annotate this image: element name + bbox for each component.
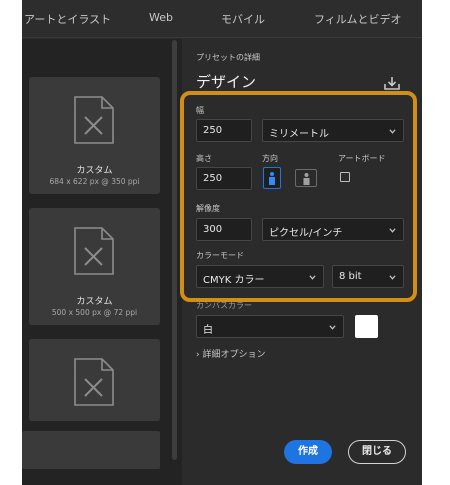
tab-film-video[interactable]: フィルムとビデオ [314,11,402,27]
preset-list-scrollbar[interactable] [172,40,177,460]
chevron-down-icon [329,324,336,331]
preset-title: カスタム [29,294,160,307]
tab-art-illustration[interactable]: アートとイラスト [24,11,111,27]
preset-dimensions: 684 x 622 px @ 350 ppi [29,177,160,186]
document-icon [73,226,115,276]
preset-card[interactable]: カスタム 684 x 622 px @ 350 ppi [29,77,160,194]
tab-web[interactable]: Web [149,11,173,24]
preset-list: カスタム 684 x 622 px @ 350 ppi カスタム 500 x 5… [22,39,182,485]
preset-card[interactable] [29,339,160,421]
document-icon [73,357,115,407]
highlight-frame [180,91,417,302]
canvas-color-select[interactable]: 白 [196,315,344,338]
advanced-options-label: 詳細オプション [202,350,265,360]
save-preset-icon[interactable] [384,76,400,90]
canvas-color-value: 白 [203,325,213,336]
advanced-options-toggle[interactable]: › 詳細オプション [196,347,266,360]
chevron-right-icon: › [196,350,200,360]
preset-details-heading: プリセットの詳細 [196,52,260,63]
preset-list-footer [22,431,160,469]
preset-category-tabs: アートとイラスト Web モバイル フィルムとビデオ [22,0,422,38]
document-icon [73,95,115,145]
preset-card[interactable]: カスタム 500 x 500 px @ 72 ppi [29,208,160,325]
tab-mobile[interactable]: モバイル [221,11,265,27]
canvas-color-swatch[interactable] [355,315,378,338]
create-button[interactable]: 作成 [284,440,332,464]
close-button[interactable]: 閉じる [348,440,406,464]
preset-name[interactable]: デザイン [196,71,256,92]
preset-title: カスタム [29,163,160,176]
preset-dimensions: 500 x 500 px @ 72 ppi [29,308,160,317]
